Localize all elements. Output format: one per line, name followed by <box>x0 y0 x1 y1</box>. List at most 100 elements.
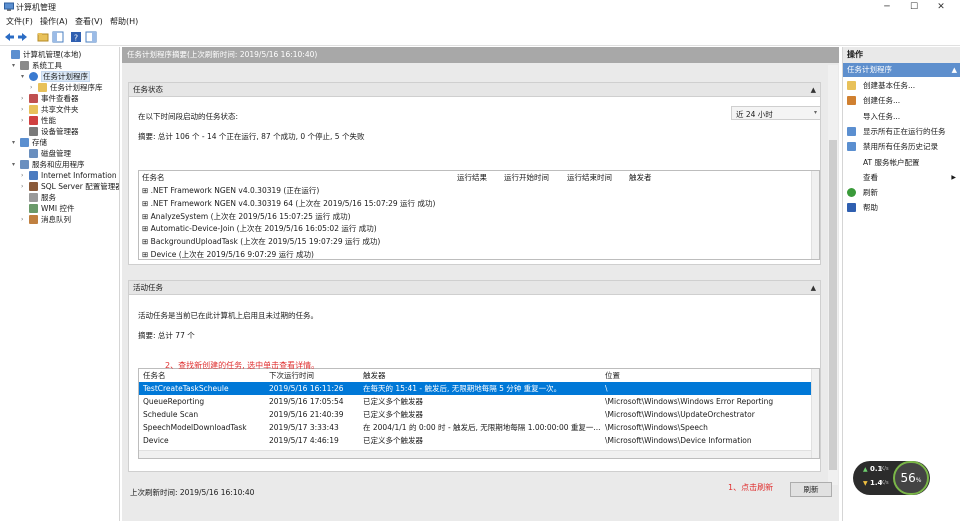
close-button[interactable]: ✕ <box>935 1 947 13</box>
collapsed-caret-icon[interactable]: › <box>21 214 28 225</box>
menu-file[interactable]: 文件(F) <box>6 16 33 27</box>
apps-icon <box>20 160 29 169</box>
active-column-header[interactable]: 位置 <box>605 369 620 382</box>
status-column-header[interactable]: 运行结束时间 <box>567 171 612 184</box>
cpu-usage-gauge[interactable]: 56% <box>893 461 929 495</box>
task-status-grid[interactable]: 任务名 运行结果 运行开始时间 运行结束时间 触发者 ⊞ .NET Framework N… <box>138 170 820 260</box>
status-column-header[interactable]: 任务名 <box>142 171 165 184</box>
tree-item-15[interactable]: › 消息队列 <box>0 214 119 225</box>
action-item[interactable]: 导入任务... <box>843 109 960 124</box>
tree-item-2[interactable]: ▾ 任务计划程序 <box>0 71 119 82</box>
tree-item-11[interactable]: › Internet Information Se <box>0 170 120 181</box>
action-item[interactable]: 帮助 <box>843 200 960 215</box>
expanded-caret-icon[interactable]: ▾ <box>12 60 19 71</box>
maximize-button[interactable]: ☐ <box>908 1 920 13</box>
active-tasks-grid[interactable]: 任务名 下次运行时间 触发器 位置 TestCreateTaskScheule 2019/… <box>138 368 820 459</box>
status-column-header[interactable]: 运行开始时间 <box>504 171 549 184</box>
tree-item-3[interactable]: › 任务计划程序库 <box>0 82 119 93</box>
minimize-button[interactable]: ─ <box>881 1 893 13</box>
collapsed-caret-icon[interactable]: › <box>21 104 28 115</box>
back-arrow-icon[interactable] <box>3 31 15 43</box>
active-task-row[interactable]: Schedule Scan 2019/5/16 21:40:39 已定义多个触发器 \… <box>139 408 811 421</box>
tree-item-label: Internet Information Se <box>41 171 120 180</box>
center-scrollbar-thumb[interactable] <box>829 140 837 470</box>
queue-icon <box>29 215 38 224</box>
action-label: 查看 <box>863 172 878 182</box>
storage-icon <box>20 138 29 147</box>
menu-help[interactable]: 帮助(H) <box>110 16 138 27</box>
actions-subtitle[interactable]: 任务计划程序 ▲ <box>843 63 960 77</box>
action-item[interactable]: 禁用所有任务历史记录 <box>843 139 960 154</box>
menu-view[interactable]: 查看(V) <box>75 16 103 27</box>
status-column-header[interactable]: 运行结果 <box>457 171 487 184</box>
expanded-caret-icon[interactable]: ▾ <box>12 159 19 170</box>
menu-action[interactable]: 操作(A) <box>40 16 68 27</box>
status-task-row[interactable]: ⊞ .NET Framework NGEN v4.0.30319 64 (上次在… <box>142 197 435 210</box>
active-grid-vscrollbar[interactable] <box>811 369 819 458</box>
active-grid-hscrollbar[interactable] <box>139 450 811 458</box>
clock-icon <box>29 72 38 81</box>
active-task-row[interactable]: Device 2019/5/17 4:46:19 已定义多个触发器 \Microsof… <box>139 434 811 447</box>
collapsed-caret-icon[interactable]: › <box>21 93 28 104</box>
status-task-row[interactable]: ⊞ Device (上次在 2019/5/16 9:07:29 运行 成功) <box>142 248 314 259</box>
collapse-caret-icon[interactable]: ▲ <box>811 281 816 295</box>
tree-item-0[interactable]: 计算机管理(本地) <box>0 49 119 60</box>
tree-item-9[interactable]: 磁盘管理 <box>0 148 119 159</box>
task-status-section: 任务状态 ▲ 在以下时间段启动的任务状态: 近 24 小时 ▾ 摘要: 总计 1… <box>128 82 821 265</box>
navigation-tree: 计算机管理(本地) ▾ 系统工具 ▾ 任务计划程序 › 任务计划程序库 › 事件查看器 › 共享文件… <box>0 47 120 521</box>
status-column-header[interactable]: 触发者 <box>629 171 652 184</box>
collapsed-caret-icon[interactable]: › <box>21 115 28 126</box>
tree-item-label: 共享文件夹 <box>41 105 79 114</box>
action-item[interactable]: AT 服务帐户配置 <box>843 155 960 170</box>
period-dropdown[interactable]: 近 24 小时 ▾ <box>731 106 821 120</box>
tree-item-6[interactable]: › 性能 <box>0 115 119 126</box>
tree-item-1[interactable]: ▾ 系统工具 <box>0 60 119 71</box>
action-item[interactable]: 显示所有正在运行的任务 <box>843 124 960 139</box>
action-item[interactable]: 查看 ▶ <box>843 170 960 185</box>
tree-item-13[interactable]: 服务 <box>0 192 119 203</box>
action-item[interactable]: 创建基本任务... <box>843 78 960 93</box>
center-scrollbar[interactable] <box>828 65 838 485</box>
status-task-row[interactable]: ⊞ Automatic-Device-Join (上次在 2019/5/16 1… <box>142 222 377 235</box>
collapsed-caret-icon[interactable]: › <box>21 170 28 181</box>
status-task-row[interactable]: ⊞ AnalyzeSystem (上次在 2019/5/16 15:07:25 … <box>142 210 351 223</box>
active-task-row[interactable]: QueueReporting 2019/5/16 17:05:54 已定义多个触发器… <box>139 395 811 408</box>
tree-item-14[interactable]: WMI 控件 <box>0 203 119 214</box>
show-hide-tree-icon[interactable] <box>52 31 64 43</box>
active-task-row[interactable]: SpeechModelDownloadTask 2019/5/17 3:33:43… <box>139 421 811 434</box>
actions-title: 操作 <box>843 47 960 63</box>
action-label: 刷新 <box>863 188 878 198</box>
collapsed-caret-icon[interactable]: › <box>30 82 37 93</box>
task-status-header[interactable]: 任务状态 ▲ <box>129 83 820 97</box>
tree-item-5[interactable]: › 共享文件夹 <box>0 104 119 115</box>
help-icon[interactable]: ? <box>70 31 82 43</box>
up-folder-icon[interactable] <box>37 31 49 43</box>
tree-item-10[interactable]: ▾ 服务和应用程序 <box>0 159 119 170</box>
tree-item-4[interactable]: › 事件查看器 <box>0 93 119 104</box>
active-task-cell: 已定义多个触发器 <box>363 397 423 406</box>
active-column-header[interactable]: 任务名 <box>143 369 166 382</box>
collapse-caret-icon: ▲ <box>951 66 957 74</box>
expanded-caret-icon[interactable]: ▾ <box>21 71 28 82</box>
status-task-row[interactable]: ⊞ BackgroundUploadTask (上次在 2019/5/15 19… <box>142 235 380 248</box>
active-task-cell: 2019/5/16 17:05:54 <box>269 397 344 406</box>
tree-item-7[interactable]: 设备管理器 <box>0 126 119 137</box>
show-action-pane-icon[interactable] <box>85 31 97 43</box>
status-task-row[interactable]: ⊞ .NET Framework NGEN v4.0.30319 (正在运行) <box>142 184 319 197</box>
collapse-caret-icon[interactable]: ▲ <box>811 83 816 97</box>
active-task-row[interactable]: TestCreateTaskScheule 2019/5/16 16:11:26 在… <box>139 382 811 395</box>
status-grid-scrollbar[interactable] <box>811 171 819 259</box>
forward-arrow-icon[interactable] <box>17 31 29 43</box>
tree-item-8[interactable]: ▾ 存储 <box>0 137 119 148</box>
collapsed-caret-icon[interactable]: › <box>21 181 28 192</box>
tree-item-12[interactable]: › SQL Server 配置管理器 <box>0 181 119 192</box>
refresh-button[interactable]: 刷新 <box>790 482 832 497</box>
action-item[interactable]: 创建任务... <box>843 93 960 108</box>
tree-item-label: 任务计划程序库 <box>50 83 103 92</box>
action-item[interactable]: 刷新 <box>843 185 960 200</box>
active-column-header[interactable]: 触发器 <box>363 369 386 382</box>
upload-arrow-icon: ▲ <box>863 466 868 473</box>
active-tasks-header[interactable]: 活动任务 ▲ <box>129 281 820 295</box>
computer-management-icon <box>4 2 14 11</box>
expanded-caret-icon[interactable]: ▾ <box>12 137 19 148</box>
